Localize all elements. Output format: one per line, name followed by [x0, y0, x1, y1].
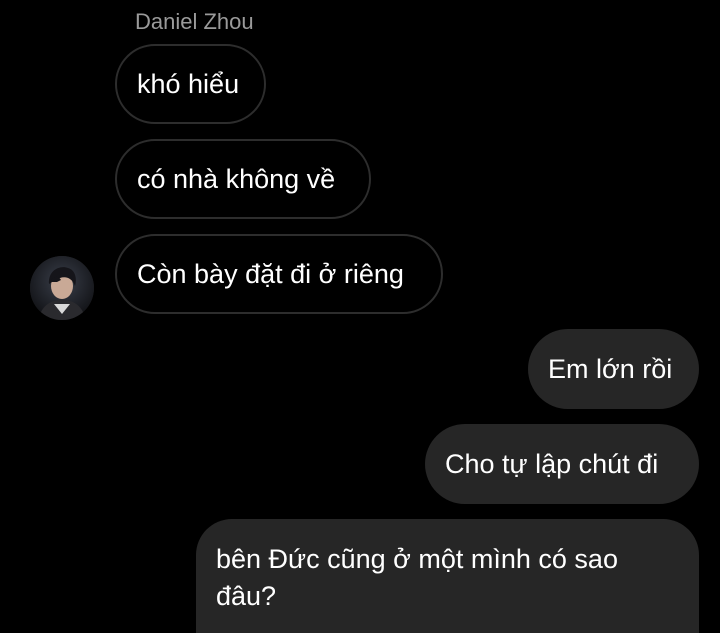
incoming-message-bubble[interactable]: có nhà không về: [115, 139, 371, 219]
profile-photo-icon: [30, 256, 94, 320]
message-text: có nhà không về: [137, 164, 336, 194]
incoming-message-bubble[interactable]: Còn bày đặt đi ở riêng: [115, 234, 443, 314]
outgoing-message-bubble[interactable]: Cho tự lập chút đi: [425, 424, 699, 504]
message-text: bên Đức cũng ở một mình có sao đâu?: [216, 544, 618, 611]
incoming-message-bubble[interactable]: khó hiểu: [115, 44, 266, 124]
message-text: Em lớn rồi: [548, 354, 673, 384]
message-text: Cho tự lập chút đi: [445, 449, 659, 479]
avatar[interactable]: [30, 256, 94, 320]
outgoing-message-bubble[interactable]: bên Đức cũng ở một mình có sao đâu?: [196, 519, 699, 633]
outgoing-message-bubble[interactable]: Em lớn rồi: [528, 329, 699, 409]
message-text: Còn bày đặt đi ở riêng: [137, 259, 404, 289]
sender-name: Daniel Zhou: [135, 9, 254, 34]
message-text: khó hiểu: [137, 69, 240, 99]
